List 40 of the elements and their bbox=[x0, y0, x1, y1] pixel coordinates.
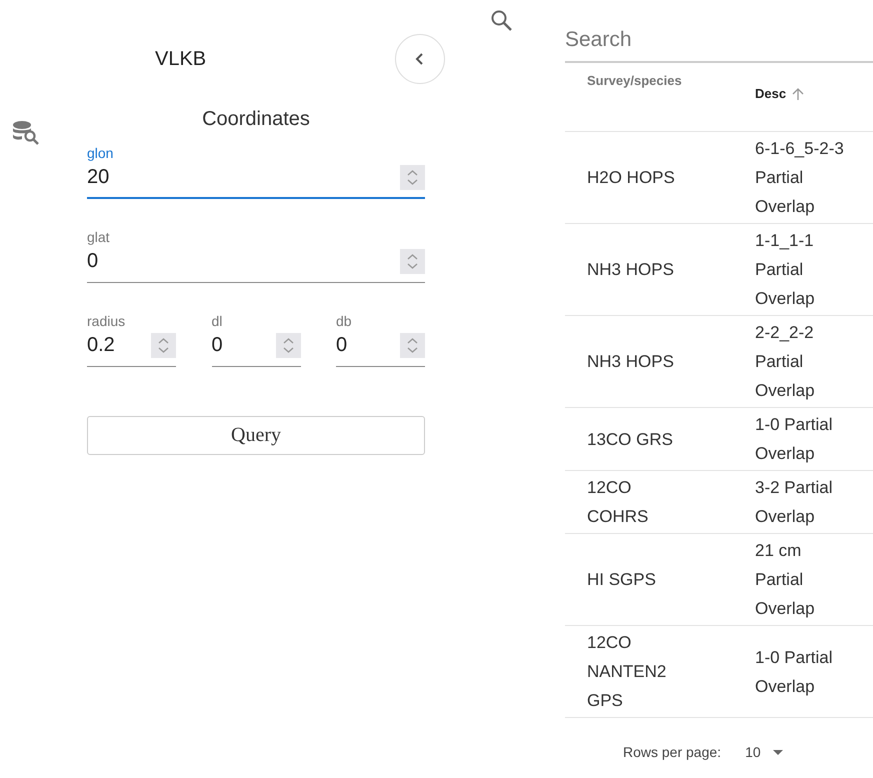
table-cell-text: H2O HOPS bbox=[586, 167, 676, 189]
table-cell-text: 1-0 Partial Overlap bbox=[755, 646, 834, 698]
field-label: glat bbox=[87, 229, 110, 245]
field-label: db bbox=[336, 313, 352, 329]
caret-icon bbox=[772, 750, 783, 754]
field-label: dl bbox=[212, 313, 222, 329]
field-label: radius bbox=[87, 313, 126, 329]
table-cell-text: NH3 HOPS bbox=[586, 259, 675, 281]
spinner-icon[interactable] bbox=[276, 333, 300, 358]
search-icon[interactable] bbox=[490, 9, 514, 33]
number-field[interactable]: 20 bbox=[87, 166, 400, 189]
database-search-icon[interactable] bbox=[12, 120, 40, 146]
table-cell-text: 1-1_1-1 Partial Overlap bbox=[755, 230, 816, 310]
column-header[interactable]: Survey/species bbox=[587, 73, 682, 88]
spinner-icon[interactable] bbox=[400, 165, 425, 190]
table-cell-text: NH3 HOPS bbox=[586, 351, 675, 373]
field-label: glon bbox=[87, 145, 114, 161]
rows-per-page-label: Rows per page: bbox=[623, 744, 722, 760]
table-cell-text: 1-0 Partial Overlap bbox=[755, 414, 834, 465]
spinner-icon[interactable] bbox=[400, 333, 425, 358]
number-field[interactable]: 0 bbox=[87, 250, 400, 273]
back-button[interactable] bbox=[395, 34, 445, 84]
column-header[interactable]: Desc bbox=[755, 86, 786, 101]
number-field[interactable]: 0.2 bbox=[87, 334, 151, 357]
spinner-icon[interactable] bbox=[400, 249, 425, 274]
spinner-icon[interactable] bbox=[151, 333, 176, 358]
table-cell-text: 3-2 Partial Overlap bbox=[755, 477, 834, 528]
table-cell-text: 12CO COHRS bbox=[586, 477, 650, 528]
number-field[interactable]: 0 bbox=[336, 334, 400, 357]
section-heading: Coordinates bbox=[202, 108, 310, 131]
query-button[interactable]: Query bbox=[87, 416, 425, 455]
rows-per-page-select[interactable]: 10 bbox=[741, 744, 787, 760]
table-cell-text: 12CO NANTEN2 GPS bbox=[586, 632, 668, 712]
table-cell-text: 6-1-6_5-2-3 Partial Overlap bbox=[755, 138, 845, 218]
table-cell-text: 2-2_2-2 Partial Overlap bbox=[755, 322, 816, 402]
app-title: VLKB bbox=[155, 48, 206, 70]
table-cell-text: HI SGPS bbox=[586, 569, 657, 591]
table-cell-text: 21 cm Partial Overlap bbox=[755, 540, 816, 620]
number-field[interactable]: 0 bbox=[212, 334, 276, 357]
table-cell-text: 13CO GRS bbox=[586, 428, 674, 450]
